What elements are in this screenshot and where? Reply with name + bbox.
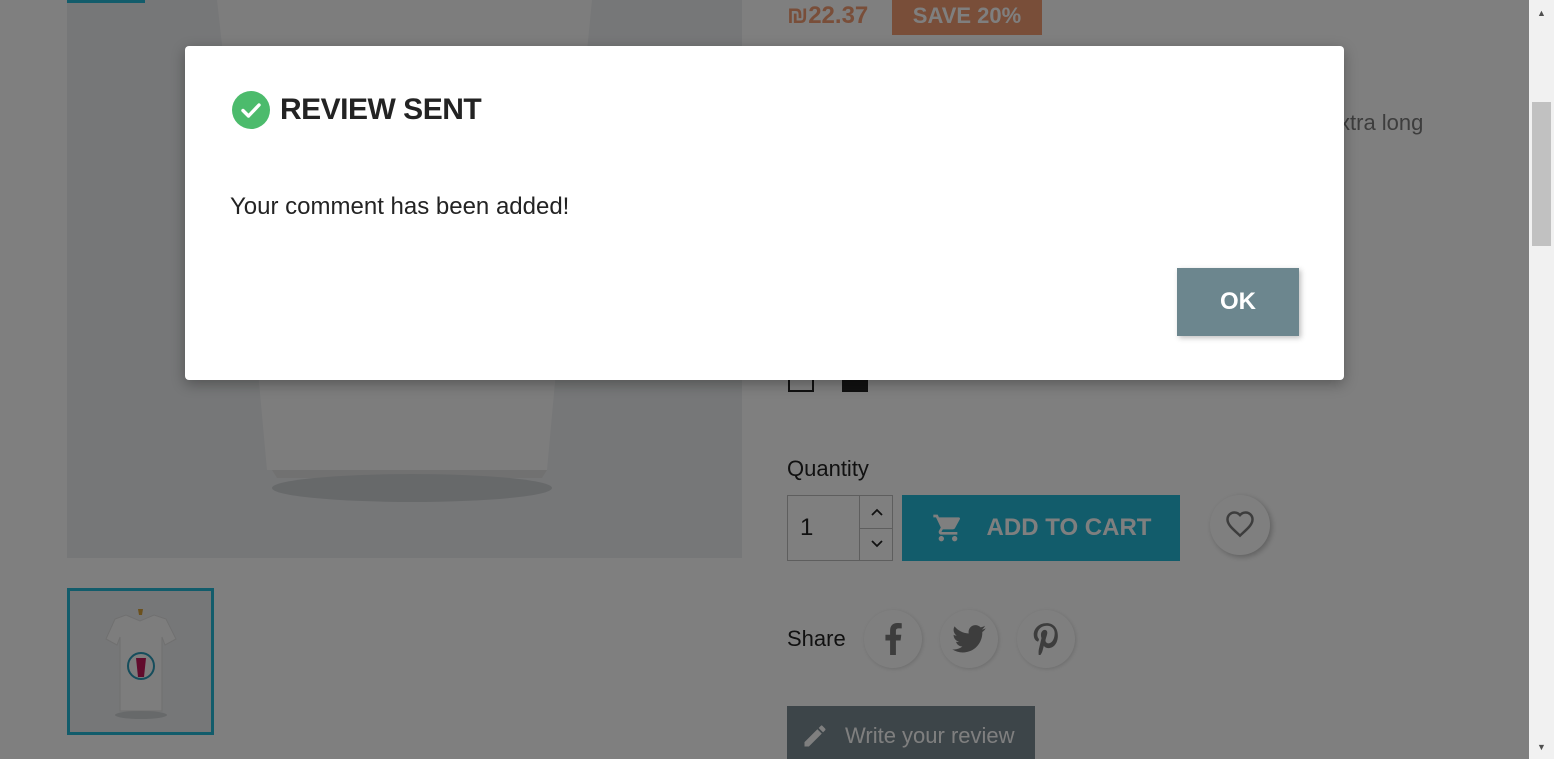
- scroll-down-arrow[interactable]: ▼: [1529, 734, 1554, 759]
- modal-header: REVIEW SENT: [232, 91, 482, 129]
- ok-button[interactable]: OK: [1177, 268, 1299, 336]
- scroll-up-arrow[interactable]: ▲: [1529, 0, 1554, 25]
- check-circle-icon: [232, 91, 270, 129]
- scrollbar-thumb[interactable]: [1532, 102, 1551, 246]
- check-mark: [241, 103, 261, 118]
- modal-message: Your comment has been added!: [230, 193, 570, 220]
- review-sent-modal: REVIEW SENT Your comment has been added!…: [185, 46, 1344, 380]
- modal-title: REVIEW SENT: [280, 93, 482, 126]
- product-page: ₪22.37 SAVE 20% xtra long Quantity ADD T…: [0, 0, 1529, 759]
- vertical-scrollbar[interactable]: ▲ ▼: [1529, 0, 1554, 759]
